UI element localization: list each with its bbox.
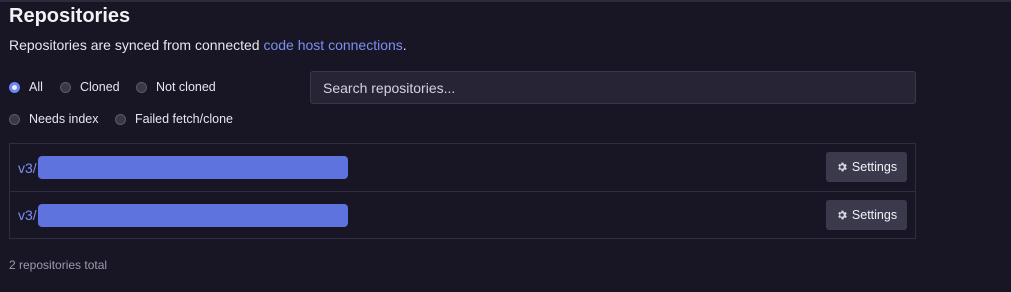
filter-needs-index[interactable]: Needs index xyxy=(9,112,99,126)
settings-button[interactable]: Settings xyxy=(826,152,907,182)
gear-icon xyxy=(838,162,847,172)
radio-failed-fetch[interactable] xyxy=(115,113,126,125)
redacted-repository-name xyxy=(37,156,348,179)
filter-cloned[interactable]: Cloned xyxy=(60,80,120,94)
redacted-repository-name xyxy=(37,203,348,227)
filter-cloned-label: Cloned xyxy=(80,80,120,94)
radio-cloned[interactable] xyxy=(60,81,71,93)
filter-failed-fetch-label: Failed fetch/clone xyxy=(135,112,233,126)
repository-prefix: v3/ xyxy=(18,207,37,223)
repository-link[interactable]: v3/ xyxy=(18,156,348,179)
subtitle-text: Repositories are synced from connected xyxy=(9,37,264,53)
search-input[interactable] xyxy=(310,71,916,104)
settings-label: Settings xyxy=(851,160,898,174)
filter-all[interactable]: All xyxy=(9,80,43,94)
radio-all[interactable] xyxy=(9,81,20,93)
filter-not-cloned[interactable]: Not cloned xyxy=(136,80,216,94)
page-title: Repositories xyxy=(9,5,131,27)
subtitle-end: . xyxy=(402,37,407,53)
repositories-total: 2 repositories total xyxy=(9,258,108,272)
radio-not-cloned[interactable] xyxy=(136,81,147,93)
top-divider xyxy=(0,0,1011,2)
filter-not-cloned-label: Not cloned xyxy=(156,80,216,94)
code-host-connections-link[interactable]: code host connections xyxy=(263,37,402,53)
settings-label: Settings xyxy=(851,208,898,222)
filter-all-label: All xyxy=(29,80,43,94)
repository-prefix: v3/ xyxy=(18,159,37,176)
gear-icon xyxy=(838,210,847,220)
repository-row: v3/ Settings xyxy=(10,191,915,238)
filter-needs-index-label: Needs index xyxy=(29,112,99,126)
repository-row: v3/ Settings xyxy=(10,144,915,191)
filter-failed-fetch[interactable]: Failed fetch/clone xyxy=(115,112,233,126)
repository-list: v3/ Settings v3/ Settings xyxy=(9,143,916,239)
page-subtitle: Repositories are synced from connected c… xyxy=(9,36,407,54)
settings-button[interactable]: Settings xyxy=(826,200,907,230)
repository-link[interactable]: v3/ xyxy=(18,203,348,227)
radio-needs-index[interactable] xyxy=(9,113,20,125)
